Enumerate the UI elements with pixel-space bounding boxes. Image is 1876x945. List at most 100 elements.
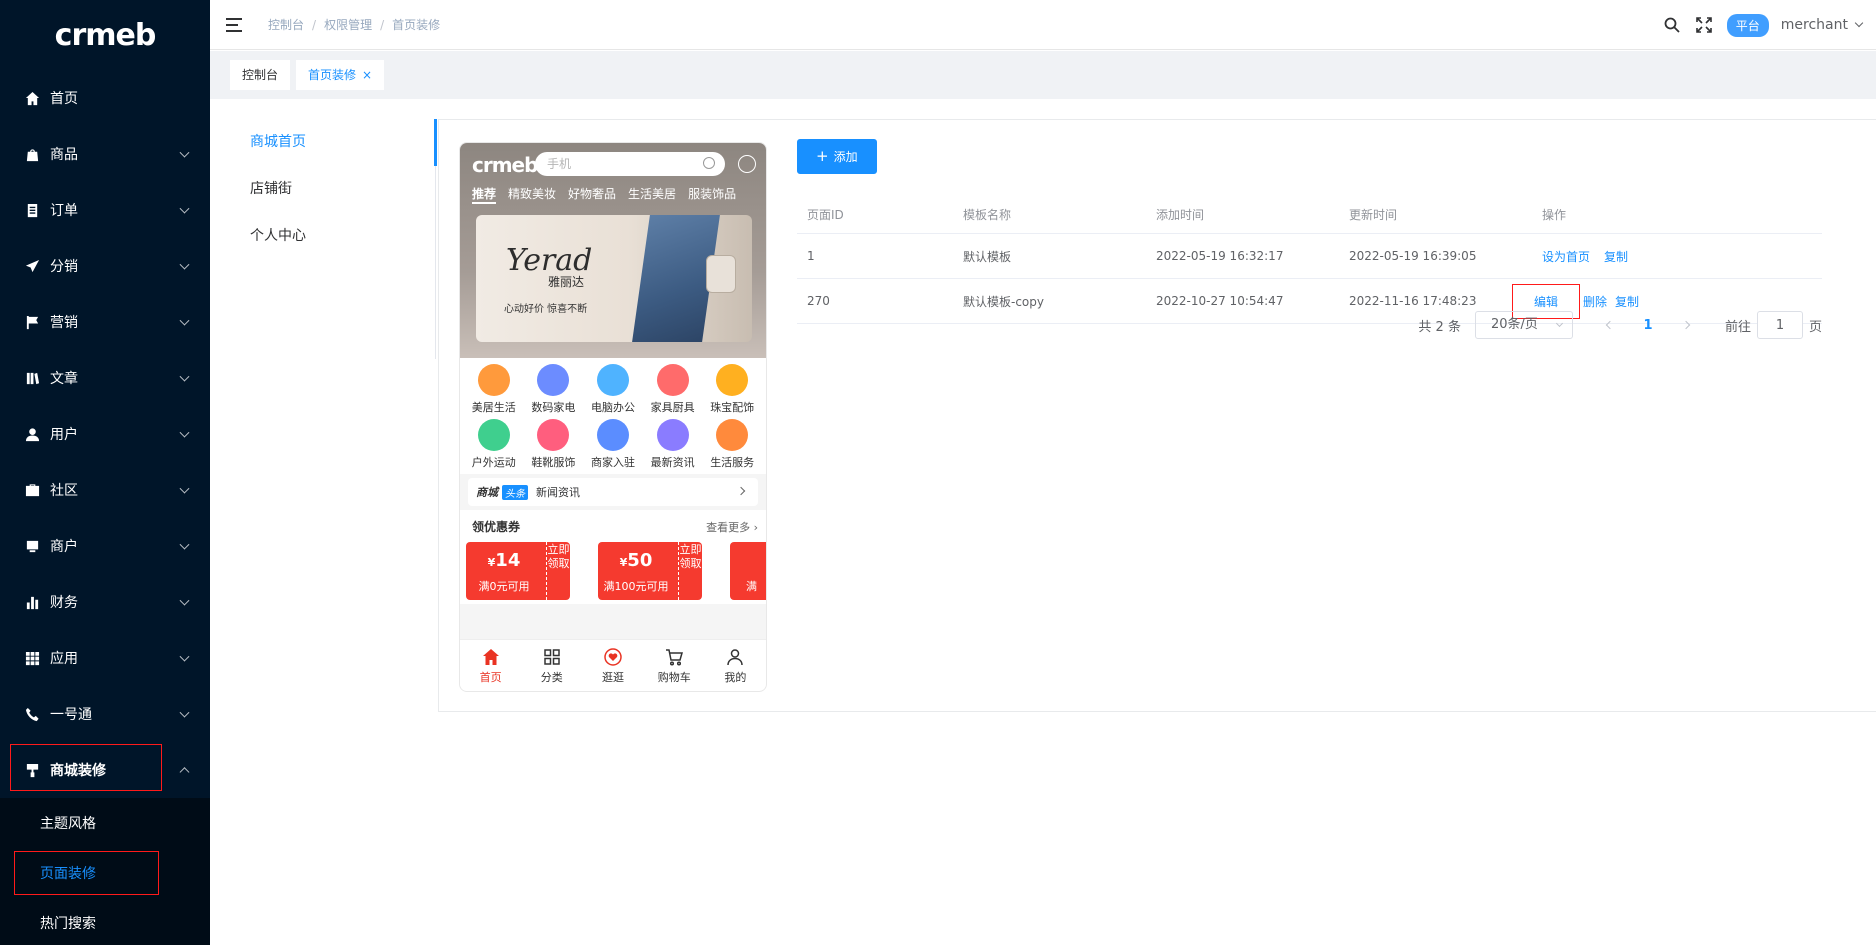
- highlight-box: [10, 744, 162, 791]
- set-as-home-link[interactable]: 设为首页: [1542, 248, 1590, 265]
- chevron-down-icon: [179, 595, 190, 606]
- breadcrumb-item[interactable]: 权限管理: [324, 16, 372, 33]
- news-logo: 商城: [476, 486, 498, 499]
- delete-link[interactable]: 删除: [1583, 293, 1607, 310]
- user-icon: [727, 648, 744, 665]
- fullscreen-icon[interactable]: [1695, 16, 1713, 34]
- news-text: 新闻资讯: [536, 486, 580, 499]
- page-type-mall-home[interactable]: 商城首页: [210, 119, 437, 166]
- pagination-total: 共 2 条: [1418, 319, 1461, 335]
- submenu-item-hot-search[interactable]: 热门搜索: [0, 898, 210, 945]
- page-type-personal-center[interactable]: 个人中心: [210, 213, 435, 260]
- preview-logo: crmeb: [472, 153, 538, 177]
- menu-toggle-icon[interactable]: [226, 17, 246, 33]
- sidebar-item-articles[interactable]: 文章: [0, 350, 210, 406]
- chevron-down-icon: [179, 707, 190, 718]
- flag-icon: [24, 314, 40, 330]
- preview-category-icons: 美居生活 数码家电 电脑办公 家具厨具 珠宝配饰 户外运动 鞋靴服饰 商家入驻 最新资讯 生活服务: [460, 358, 766, 474]
- preview-category-item: 生活服务: [702, 419, 762, 470]
- sidebar-item-store-decoration[interactable]: 商城装修: [0, 742, 210, 798]
- goto-label: 前往: [1724, 319, 1751, 335]
- chevron-down-icon: [179, 259, 190, 270]
- category-label: 生活服务: [710, 456, 755, 469]
- preview-category-item: 数码家电: [524, 364, 584, 415]
- search-icon[interactable]: [1663, 16, 1681, 34]
- tag-home-decoration[interactable]: 首页装修 ×: [296, 60, 385, 90]
- page-size-value: 20条/页: [1490, 317, 1538, 332]
- sidebar-item-distribution[interactable]: 分销: [0, 238, 210, 294]
- sidebar-item-community[interactable]: 社区: [0, 462, 210, 518]
- preview-category-item: 电脑办公: [583, 364, 643, 415]
- chevron-down-icon: [179, 651, 190, 662]
- sidebar-item-label: 商户: [50, 539, 78, 555]
- add-template-button[interactable]: + 添加: [797, 139, 877, 174]
- tags-bar: 控制台 首页装修 ×: [210, 51, 1876, 99]
- coupon-card: ¥50 满100元可用 立即领取: [598, 542, 702, 600]
- preview-category-item: 最新资讯: [643, 419, 703, 470]
- tag-dashboard[interactable]: 控制台: [230, 60, 291, 90]
- chevron-up-icon: [179, 767, 190, 778]
- heart-icon: [604, 647, 622, 666]
- prev-page-button[interactable]: [1595, 311, 1625, 339]
- submenu-item-theme[interactable]: 主题风格: [0, 798, 210, 848]
- chevron-down-icon[interactable]: [1854, 18, 1864, 28]
- edit-link[interactable]: 编辑: [1534, 293, 1558, 310]
- category-icon: [537, 364, 570, 396]
- cell-name: 默认模板-copy: [963, 294, 1044, 309]
- chevron-down-icon: [179, 203, 190, 214]
- sidebar-item-yihaotong[interactable]: 一号通: [0, 686, 210, 742]
- next-page-button[interactable]: [1671, 311, 1701, 339]
- sidebar-item-marketing[interactable]: 营销: [0, 294, 210, 350]
- highlight-box: [14, 851, 159, 895]
- category-label: 鞋靴服饰: [531, 456, 576, 469]
- preview-tab: 好物奢品: [568, 187, 617, 201]
- sidebar-item-finance[interactable]: 财务: [0, 574, 210, 630]
- username[interactable]: merchant: [1781, 17, 1848, 33]
- category-icon: [716, 419, 749, 451]
- sidebar-item-label: 文章: [50, 371, 78, 387]
- page-number[interactable]: 1: [1633, 311, 1663, 339]
- sidebar-item-label: 社区: [50, 483, 78, 499]
- active-indicator: [434, 119, 437, 166]
- user-icon: [24, 426, 40, 442]
- sidebar-item-merchants[interactable]: 商户: [0, 518, 210, 574]
- sidebar-item-label: 分销: [50, 259, 78, 275]
- bottom-nav-browse: 逛逛: [582, 640, 643, 691]
- preview-category-item: 商家入驻: [583, 419, 643, 470]
- column-header: 模板名称: [963, 208, 1012, 222]
- coupon-get-label: 立即领取: [678, 542, 702, 600]
- submenu-item-page-decoration[interactable]: 页面装修: [0, 848, 210, 898]
- preview-tab: 服装饰品: [688, 187, 737, 201]
- preview-tabs: 推荐 精致美妆 好物奢品 生活美居 服装饰品: [472, 185, 748, 204]
- sidebar-item-orders[interactable]: 订单: [0, 182, 210, 238]
- close-icon[interactable]: ×: [362, 60, 372, 90]
- copy-link[interactable]: 复制: [1615, 293, 1639, 310]
- preview-category-item: 珠宝配饰: [702, 364, 762, 415]
- sidebar-item-products[interactable]: 商品: [0, 126, 210, 182]
- coupon-get-label: 立即领取: [546, 542, 570, 600]
- page-type-store-street[interactable]: 店铺街: [210, 166, 435, 213]
- sidebar-item-home[interactable]: 首页: [0, 70, 210, 126]
- sidebar-item-label: 用户: [50, 427, 78, 443]
- preview-tab: 精致美妆: [508, 187, 557, 201]
- goto-page-input[interactable]: [1756, 311, 1803, 339]
- sidebar-item-users[interactable]: 用户: [0, 406, 210, 462]
- plus-icon: +: [816, 147, 829, 165]
- sidebar-item-apps[interactable]: 应用: [0, 630, 210, 686]
- chevron-down-icon: [179, 147, 190, 158]
- chevron-down-icon: [179, 483, 190, 494]
- breadcrumb-item[interactable]: 控制台: [268, 16, 304, 33]
- send-icon: [24, 258, 40, 274]
- briefcase-icon: [24, 482, 40, 498]
- sidebar-item-label: 商品: [50, 147, 78, 163]
- breadcrumb-item: 首页装修: [392, 18, 441, 32]
- sidebar-item-label: 应用: [50, 651, 78, 667]
- page-size-select[interactable]: 20条/页: [1474, 311, 1573, 339]
- news-tag: 头条: [502, 484, 528, 500]
- sidebar-item-label: 订单: [50, 203, 78, 219]
- add-button-label: 添加: [833, 150, 858, 164]
- chevron-down-icon: [179, 427, 190, 438]
- column-header: 页面ID: [807, 208, 844, 222]
- copy-link[interactable]: 复制: [1604, 248, 1628, 265]
- page-unit: 页: [1808, 319, 1822, 335]
